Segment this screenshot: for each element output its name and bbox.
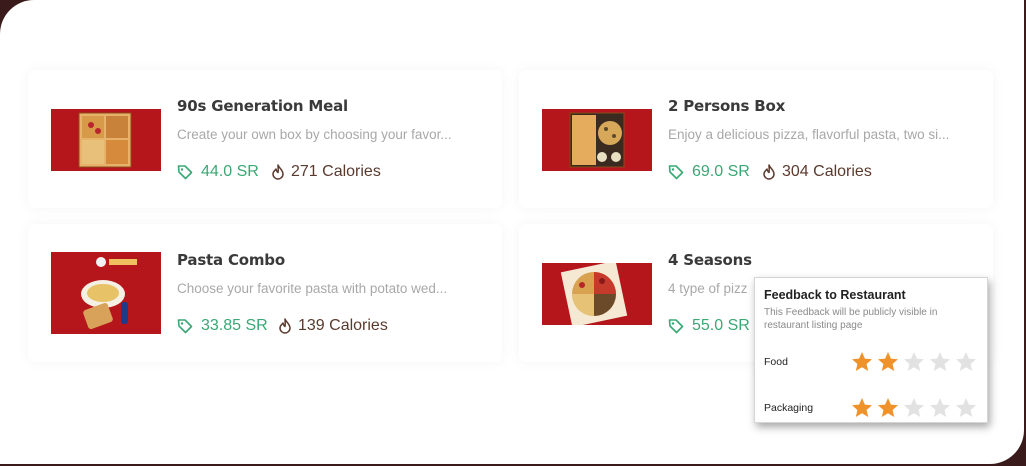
meal-box-image: [542, 109, 652, 171]
star-icon[interactable]: [850, 396, 874, 420]
rating-label-food: Food: [764, 356, 788, 368]
price-text: 33.85 SR: [201, 317, 268, 334]
price-tag-icon: [668, 319, 684, 334]
star-icon[interactable]: [876, 396, 900, 420]
item-description: Choose your favorite pasta with potato w…: [177, 281, 448, 296]
flame-icon: [279, 318, 291, 334]
price-tag-icon: [668, 165, 684, 180]
menu-item-card[interactable]: 90s Generation Meal Create your own box …: [28, 70, 502, 208]
star-icon[interactable]: [954, 396, 978, 420]
item-calories: 271 Calories: [271, 163, 381, 181]
item-description: Create your own box by choosing your fav…: [177, 127, 452, 142]
item-title: 2 Persons Box: [668, 97, 786, 115]
flame-icon: [763, 164, 775, 180]
item-title: 4 Seasons: [668, 251, 752, 269]
price-tag-icon: [177, 165, 193, 180]
calories-text: 139 Calories: [298, 317, 388, 334]
calories-text: 271 Calories: [291, 163, 381, 180]
meal-box-image: [51, 109, 161, 171]
item-price: 44.0 SR: [177, 163, 259, 181]
price-text: 55.0 SR: [692, 317, 750, 334]
star-icon[interactable]: [954, 350, 978, 374]
menu-item-card[interactable]: 2 Persons Box Enjoy a delicious pizza, f…: [519, 70, 993, 208]
feedback-title: Feedback to Restaurant: [764, 288, 906, 302]
rating-stars-food[interactable]: [850, 350, 978, 374]
item-description: 4 type of pizz: [668, 281, 748, 296]
item-price: 69.0 SR: [668, 163, 750, 181]
item-calories: 139 Calories: [278, 317, 388, 335]
price-text: 69.0 SR: [692, 163, 750, 180]
rating-stars-packaging[interactable]: [850, 396, 978, 420]
item-calories: 304 Calories: [762, 163, 872, 181]
star-icon[interactable]: [850, 350, 874, 374]
item-description: Enjoy a delicious pizza, flavorful pasta…: [668, 127, 950, 142]
four-seasons-pizza-image: [542, 263, 652, 325]
app-frame: 90s Generation Meal Create your own box …: [0, 0, 1024, 464]
item-title: 90s Generation Meal: [177, 97, 348, 115]
feedback-popup: Feedback to Restaurant This Feedback wil…: [754, 277, 988, 423]
price-tag-icon: [177, 319, 193, 334]
calories-text: 304 Calories: [782, 163, 872, 180]
menu-item-card[interactable]: Pasta Combo Choose your favorite pasta w…: [28, 224, 502, 362]
item-title: Pasta Combo: [177, 251, 285, 269]
flame-icon: [272, 164, 284, 180]
star-icon[interactable]: [928, 350, 952, 374]
rating-label-packaging: Packaging: [764, 402, 814, 414]
star-icon[interactable]: [902, 350, 926, 374]
item-price: 55.0 SR: [668, 317, 750, 335]
price-text: 44.0 SR: [201, 163, 259, 180]
star-icon[interactable]: [928, 396, 952, 420]
pasta-combo-image: [51, 252, 161, 334]
star-icon[interactable]: [902, 396, 926, 420]
star-icon[interactable]: [876, 350, 900, 374]
item-price: 33.85 SR: [177, 317, 268, 335]
feedback-subtitle: This Feedback will be publicly visible i…: [764, 307, 938, 331]
